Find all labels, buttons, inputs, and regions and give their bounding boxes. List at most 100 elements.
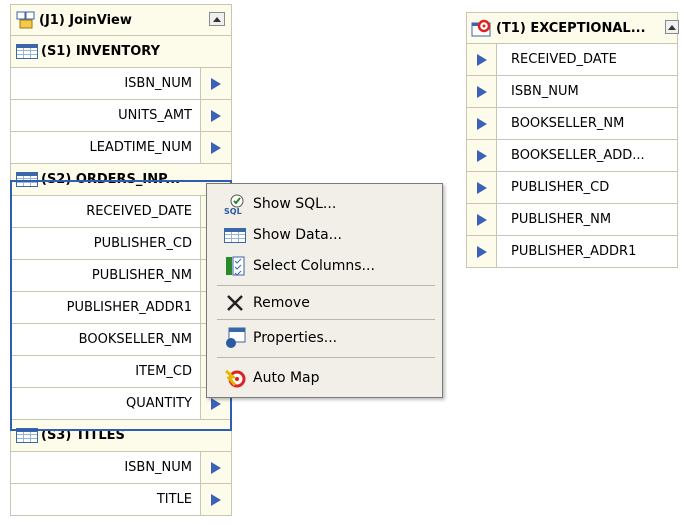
joinview-icon [16, 11, 35, 29]
output-port[interactable] [201, 68, 231, 99]
column-name: ITEM_CD [11, 356, 201, 387]
column-name: PUBLISHER_CD [11, 228, 201, 259]
properties-icon [223, 327, 247, 349]
sql-icon: SQL [223, 193, 247, 215]
table-icon [223, 224, 247, 246]
mapping-canvas: (J1) JoinView (S1) INVENTORY ISBN_NUM UN… [0, 0, 684, 525]
table-row[interactable]: PUBLISHER_CD [10, 228, 232, 260]
port-arrow-icon [476, 117, 487, 130]
joinview-panel: (J1) JoinView (S1) INVENTORY ISBN_NUM UN… [10, 4, 232, 516]
column-name: ISBN_NUM [11, 68, 201, 99]
collapse-button[interactable] [209, 12, 225, 26]
source-header-s1[interactable]: (S1) INVENTORY [10, 36, 232, 68]
port-arrow-icon [211, 141, 221, 154]
port-arrow-icon [211, 397, 221, 410]
port-arrow-icon [476, 245, 487, 258]
table-row[interactable]: LEADTIME_NUM [10, 132, 232, 164]
port-arrow-icon [476, 85, 487, 98]
source-title: (S2) ORDERS_INP... [41, 172, 181, 187]
table-icon [16, 172, 38, 187]
joinview-header[interactable]: (J1) JoinView [10, 4, 232, 36]
column-name: PUBLISHER_CD [511, 180, 610, 195]
select-columns-icon [223, 255, 247, 277]
chevron-up-icon [668, 25, 676, 30]
target-table-panel: (T1) EXCEPTIONAL... RECEIVED_DATE ISBN_N… [466, 12, 679, 268]
input-port[interactable] [467, 172, 497, 203]
menu-item-show-data[interactable]: Show Data... [207, 220, 442, 250]
source-title: (S1) INVENTORY [41, 44, 160, 59]
port-arrow-icon [211, 493, 221, 506]
menu-item-remove[interactable]: Remove [207, 288, 442, 318]
menu-item-show-sql[interactable]: SQL Show SQL... [207, 189, 442, 219]
menu-separator [217, 285, 435, 286]
remove-x-icon [223, 292, 247, 314]
table-row[interactable]: BOOKSELLER_ADD... [466, 140, 678, 172]
column-name: LEADTIME_NUM [11, 132, 201, 163]
column-name: PUBLISHER_NM [11, 260, 201, 291]
menu-item-select-columns[interactable]: Select Columns... [207, 251, 442, 281]
table-row[interactable]: ISBN_NUM [466, 76, 678, 108]
menu-separator [217, 357, 435, 358]
table-row[interactable]: ITEM_CD [10, 356, 232, 388]
table-row[interactable]: PUBLISHER_ADDR1 [10, 292, 232, 324]
table-icon [16, 44, 38, 59]
column-name: ISBN_NUM [511, 84, 579, 99]
input-port[interactable] [467, 236, 497, 267]
column-name: ISBN_NUM [11, 452, 201, 483]
table-row[interactable]: ISBN_NUM [10, 68, 232, 100]
table-row[interactable]: BOOKSELLER_NM [466, 108, 678, 140]
source-header-s3[interactable]: (S3) TITLES [10, 420, 232, 452]
menu-item-label: Show Data... [253, 227, 343, 243]
port-arrow-icon [476, 181, 487, 194]
table-row[interactable]: RECEIVED_DATE [10, 196, 232, 228]
collapse-button[interactable] [665, 20, 679, 34]
column-name: PUBLISHER_NM [511, 212, 612, 227]
menu-item-auto-map[interactable]: Auto Map [207, 363, 442, 393]
target-header[interactable]: (T1) EXCEPTIONAL... [466, 12, 679, 44]
table-row[interactable]: PUBLISHER_CD [466, 172, 678, 204]
table-row[interactable]: BOOKSELLER_NM [10, 324, 232, 356]
table-row[interactable]: ISBN_NUM [10, 452, 232, 484]
menu-item-label: Remove [253, 295, 310, 311]
port-arrow-icon [211, 77, 221, 90]
table-grid-icon [224, 227, 246, 243]
column-name: PUBLISHER_ADDR1 [11, 292, 201, 323]
port-arrow-icon [476, 53, 487, 66]
table-row[interactable]: PUBLISHER_NM [10, 260, 232, 292]
column-name: QUANTITY [11, 388, 201, 419]
table-row[interactable]: PUBLISHER_NM [466, 204, 678, 236]
menu-item-label: Properties... [253, 330, 338, 346]
table-row[interactable]: UNITS_AMT [10, 100, 232, 132]
menu-separator [217, 319, 435, 320]
port-arrow-icon [211, 109, 221, 122]
port-arrow-icon [476, 213, 487, 226]
target-title: (T1) EXCEPTIONAL... [496, 20, 646, 36]
menu-item-properties[interactable]: Properties... [207, 323, 442, 353]
table-row[interactable]: RECEIVED_DATE [466, 44, 678, 76]
column-name: TITLE [11, 484, 201, 515]
input-port[interactable] [467, 204, 497, 235]
table-row[interactable]: QUANTITY [10, 388, 232, 420]
svg-text:SQL: SQL [224, 207, 242, 215]
input-port[interactable] [467, 76, 497, 107]
output-port[interactable] [201, 132, 231, 163]
table-row[interactable]: TITLE [10, 484, 232, 516]
output-port[interactable] [201, 100, 231, 131]
port-arrow-icon [211, 461, 221, 474]
chevron-up-icon [213, 17, 221, 22]
source-header-s2[interactable]: (S2) ORDERS_INP... [10, 164, 232, 196]
column-name: BOOKSELLER_ADD... [511, 148, 645, 163]
output-port[interactable] [201, 484, 231, 515]
column-name: UNITS_AMT [11, 100, 201, 131]
table-row[interactable]: PUBLISHER_ADDR1 [466, 236, 678, 268]
column-name: BOOKSELLER_NM [11, 324, 201, 355]
target-table-icon [471, 19, 491, 37]
input-port[interactable] [467, 44, 497, 75]
input-port[interactable] [467, 108, 497, 139]
port-arrow-icon [476, 149, 487, 162]
input-port[interactable] [467, 140, 497, 171]
table-icon [16, 428, 38, 443]
source-title: (S3) TITLES [41, 428, 125, 443]
output-port[interactable] [201, 452, 231, 483]
menu-item-label: Select Columns... [253, 258, 375, 274]
